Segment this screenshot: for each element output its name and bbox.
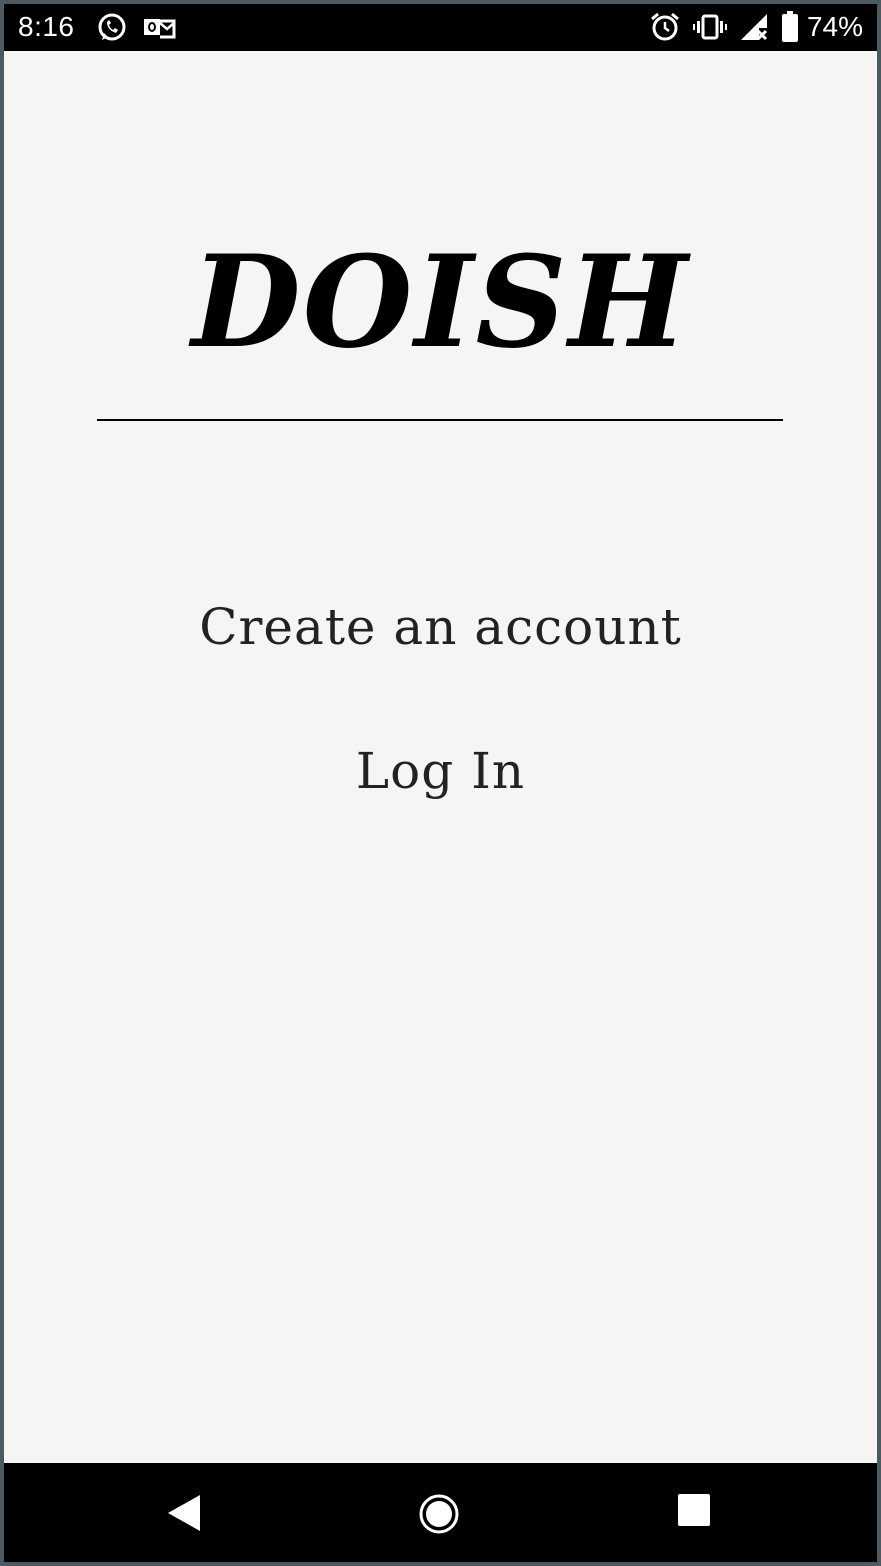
alarm-icon: [649, 11, 681, 43]
notification-icons: [96, 12, 176, 44]
battery-icon: [781, 11, 799, 43]
whatsapp-icon: [96, 12, 128, 44]
create-account-button[interactable]: Create an account: [4, 598, 877, 656]
log-in-button[interactable]: Log In: [4, 742, 877, 800]
battery-percent: 74%: [806, 11, 863, 42]
outlook-icon: [142, 13, 176, 43]
title-underline: [97, 419, 783, 421]
home-icon[interactable]: [418, 1493, 460, 1535]
system-status-icons: 74%: [649, 11, 863, 43]
signal-icon: [739, 12, 769, 42]
app-title: DOISH: [191, 228, 690, 376]
vibrate-icon: [692, 12, 727, 42]
recents-icon[interactable]: [677, 1493, 711, 1527]
phone-screen: 8:16 74% DOISH Create an account Log In: [4, 4, 877, 1562]
back-icon[interactable]: [166, 1493, 202, 1533]
status-bar: 8:16 74%: [4, 4, 877, 51]
status-time: 8:16: [18, 11, 75, 42]
navigation-bar: [4, 1463, 877, 1562]
